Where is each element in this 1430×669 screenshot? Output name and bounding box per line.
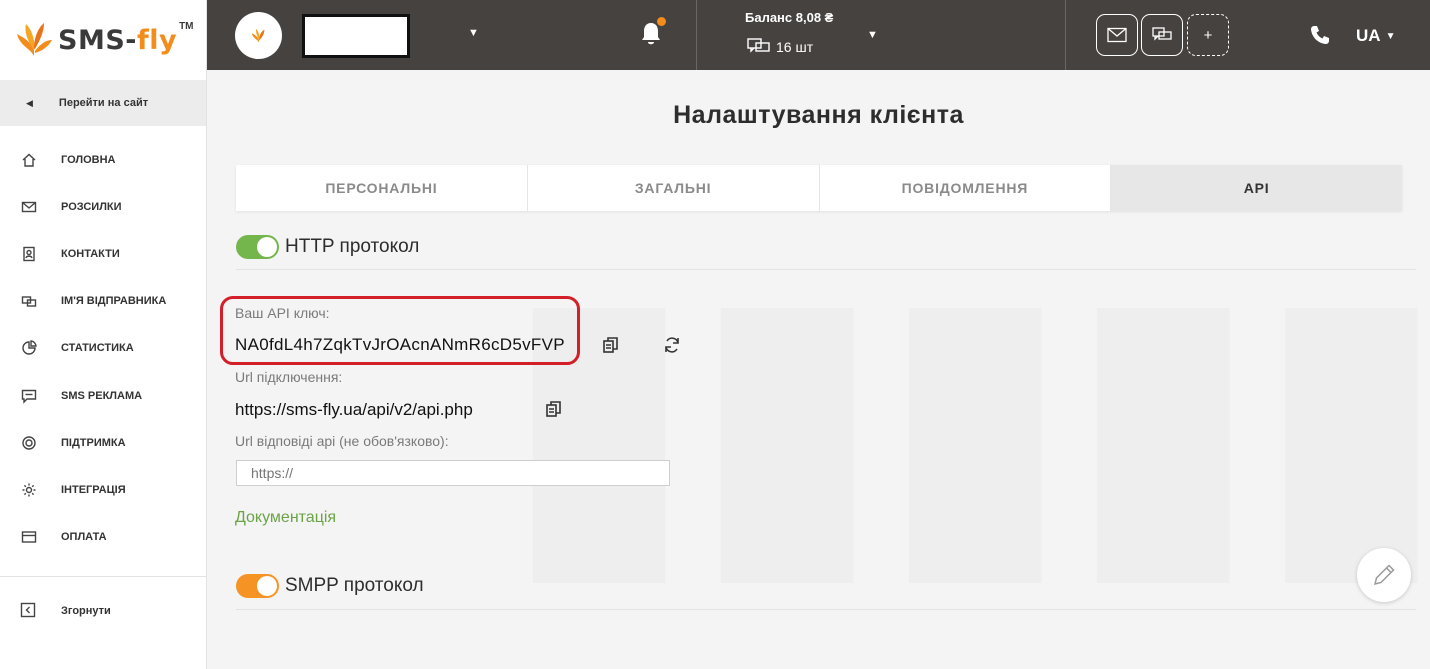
sidebar-item-label: ГОЛОВНА — [61, 153, 116, 166]
balance-text: Баланс 8,08 ₴ — [745, 10, 834, 25]
chevron-down-icon: ▼ — [1385, 31, 1396, 42]
sms-count-value: 16 шт — [776, 39, 814, 55]
sidebar-item-label: КОНТАКТИ — [61, 247, 120, 260]
tab-personal[interactable]: ПЕРСОНАЛЬНІ — [236, 165, 528, 211]
sender-name-icon — [20, 292, 38, 310]
copy-url-button[interactable] — [543, 398, 565, 420]
account-name-field[interactable] — [302, 14, 410, 58]
phone-icon[interactable] — [1309, 24, 1331, 46]
account-avatar[interactable] — [235, 12, 282, 59]
goto-site-link[interactable]: ◀ Перейти на сайт — [0, 80, 206, 126]
sidebar-item-statistics[interactable]: СТАТИСТИКА — [0, 325, 206, 372]
sidebar-item-label: ІНТЕГРАЦІЯ — [61, 483, 126, 496]
collapse-icon — [20, 602, 38, 620]
connection-url-value: https://sms-fly.ua/api/v2/api.php — [235, 400, 473, 419]
sidebar-item-label: ІМ'Я ВІДПРАВНИКА — [61, 295, 167, 308]
sidebar-item-label: SMS РЕКЛАМА — [61, 389, 143, 402]
sidebar-item-payment[interactable]: ОПЛАТА — [0, 514, 206, 561]
collapse-sidebar-button[interactable]: Згорнути — [20, 602, 111, 620]
toggle-knob — [257, 237, 277, 257]
sidebar-item-label: ПІДТРИМКА — [61, 436, 126, 449]
support-icon — [20, 434, 38, 452]
trademark-mark: TM — [179, 20, 194, 32]
envelope-icon — [1107, 27, 1127, 43]
sidebar-item-label: ОПЛАТА — [61, 531, 107, 544]
sidebar-item-contacts[interactable]: КОНТАКТИ — [0, 230, 206, 277]
goto-site-label: Перейти на сайт — [58, 97, 149, 109]
sidebar-item-home[interactable]: ГОЛОВНА — [0, 136, 206, 183]
sms-fly-logo[interactable]: SMS-fly TM — [0, 0, 206, 80]
background-watermark: ▮▮▮▮▮ — [500, 205, 1430, 624]
copy-api-key-button[interactable] — [600, 334, 622, 356]
messages-icon — [747, 38, 770, 53]
sidebar-divider — [0, 576, 207, 577]
section-divider — [236, 269, 1416, 270]
gear-icon — [20, 481, 38, 499]
language-label: UA — [1356, 26, 1381, 45]
copy-icon — [603, 337, 618, 353]
reply-url-label: Url відповіді api (не обов'язково): — [235, 433, 449, 449]
sidebar-item-sms-ads[interactable]: SMS РЕКЛАМА — [0, 372, 206, 419]
credit-card-icon — [20, 528, 38, 546]
copy-icon — [546, 401, 561, 417]
contact-book-icon — [20, 245, 38, 263]
sms-count: 16 шт — [747, 38, 813, 56]
add-button[interactable]: + — [1187, 14, 1229, 56]
language-selector[interactable]: UA ▼ — [1356, 26, 1395, 46]
sidebar-item-support[interactable]: ПІДТРИМКА — [0, 419, 206, 466]
sidebar-item-sender-name[interactable]: ІМ'Я ВІДПРАВНИКА — [0, 278, 206, 325]
tab-messages[interactable]: ПОВІДОМЛЕННЯ — [819, 165, 1112, 211]
pie-chart-icon — [20, 339, 38, 357]
notification-dot — [657, 17, 666, 26]
balance-dropdown-caret-icon[interactable]: ▼ — [867, 29, 878, 41]
plus-icon: + — [1203, 26, 1213, 44]
refresh-icon — [665, 337, 679, 353]
sms-ad-icon — [20, 387, 38, 405]
sidebar-nav: ГОЛОВНА РОЗСИЛКИ КОНТАКТИ ІМ'Я ВІДПРАВНИ… — [0, 136, 206, 561]
sidebar-item-label: РОЗСИЛКИ — [61, 200, 122, 213]
butterfly-avatar-icon — [251, 28, 264, 42]
http-protocol-toggle[interactable] — [236, 235, 279, 259]
edit-button[interactable] — [1357, 548, 1411, 602]
tab-api[interactable]: API — [1111, 165, 1402, 211]
smpp-protocol-toggle[interactable] — [236, 574, 279, 598]
logo-wordmark: SMS-fly — [58, 24, 178, 56]
sidebar-item-mailings[interactable]: РОЗСИЛКИ — [0, 183, 206, 230]
pencil-icon — [1373, 564, 1395, 586]
api-key-highlight — [220, 296, 580, 365]
section-divider — [236, 609, 1416, 610]
send-sms-button[interactable] — [1141, 14, 1183, 56]
documentation-link[interactable]: Документація — [235, 509, 336, 527]
toggle-knob — [257, 576, 277, 596]
settings-tabs: ПЕРСОНАЛЬНІ ЗАГАЛЬНІ ПОВІДОМЛЕННЯ API — [236, 165, 1402, 211]
chevron-left-icon: ◀ — [26, 97, 33, 108]
http-protocol-label: HTTP протокол — [285, 236, 420, 257]
page-title: Налаштування клієнта — [673, 101, 964, 129]
home-icon — [20, 151, 38, 169]
top-bar: ▼ Баланс 8,08 ₴ 16 шт ▼ + UA ▼ — [207, 0, 1430, 70]
envelope-icon — [20, 198, 38, 216]
send-email-button[interactable] — [1096, 14, 1138, 56]
chat-icon — [1152, 27, 1172, 41]
topbar-separator — [1065, 0, 1066, 70]
sidebar-item-integration[interactable]: ІНТЕГРАЦІЯ — [0, 466, 206, 513]
topbar-separator — [696, 0, 697, 70]
collapse-label: Згорнути — [61, 605, 111, 617]
butterfly-logo-icon — [14, 20, 54, 60]
connection-url-label: Url підключення: — [235, 369, 343, 385]
regenerate-api-key-button[interactable] — [661, 334, 683, 356]
account-dropdown-caret-icon[interactable]: ▼ — [468, 27, 479, 39]
reply-url-input[interactable] — [236, 460, 670, 486]
smpp-protocol-label: SMPP протокол — [285, 575, 424, 596]
sidebar-item-label: СТАТИСТИКА — [61, 342, 134, 355]
tab-general[interactable]: ЗАГАЛЬНІ — [527, 165, 820, 211]
sidebar: SMS-fly TM ◀ Перейти на сайт ГОЛОВНА РОЗ… — [0, 0, 207, 669]
